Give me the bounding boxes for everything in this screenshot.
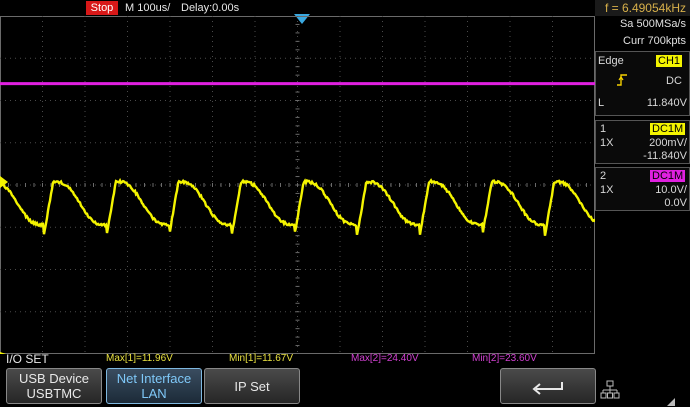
measurement-min-ch2: Min[2]=23.60V (472, 352, 537, 366)
network-icon (600, 380, 620, 400)
memory-depth: Curr 700kpts (595, 34, 690, 48)
trigger-level: 11.840V (647, 96, 687, 110)
run-stop-indicator[interactable]: Stop (86, 1, 118, 15)
channel-2-scale: 10.0V/ (655, 183, 687, 197)
channel-2-coupling: DC1M (650, 170, 685, 182)
menu-title: I/O SET (6, 352, 49, 366)
channel-1-number: 1 (600, 122, 606, 136)
corner-arrow-icon (667, 398, 675, 406)
ip-set-button[interactable]: IP Set (204, 368, 300, 404)
net-interface-button[interactable]: Net Interface LAN (106, 368, 202, 404)
sample-rate: Sa 500MSa/s (595, 17, 690, 31)
delay-readout[interactable]: Delay:0.00s (181, 1, 239, 15)
channel-2-offset: 0.0V (664, 196, 687, 210)
channel-1-coupling: DC1M (650, 123, 685, 135)
channel-1-offset: -11.840V (643, 149, 687, 163)
trigger-level-label: L (598, 96, 604, 110)
net-interface-value: LAN (107, 386, 201, 401)
trigger-mode: Edge (598, 54, 624, 68)
channel-1-box[interactable]: 1 DC1M 1X 200mV/ -11.840V (595, 120, 690, 164)
info-panel: f = 6.49054kHz Sa 500MSa/s Curr 700kpts … (595, 0, 690, 350)
trigger-source: CH1 (656, 55, 682, 67)
channel-2-probe: 1X (600, 183, 613, 197)
usb-device-label: USB Device (7, 371, 101, 386)
measurement-bar: I/O SET Max[1]=11.96V Min[1]=11.67V Max[… (0, 352, 690, 366)
rising-edge-icon (616, 74, 628, 90)
frequency-counter: f = 6.49054kHz (595, 0, 690, 16)
trigger-box[interactable]: Edge CH1 DC L 11.840V (595, 51, 690, 116)
waveform-display (0, 16, 595, 354)
channel-2-number: 2 (600, 169, 606, 183)
measurement-max-ch2: Max[2]=24.40V (351, 352, 419, 366)
softkey-bar: USB Device USBTMC Net Interface LAN IP S… (0, 366, 690, 407)
usb-device-value: USBTMC (7, 386, 101, 401)
channel-1-scale: 200mV/ (649, 136, 687, 150)
channel-2-box[interactable]: 2 DC1M 1X 10.0V/ 0.0V (595, 167, 690, 211)
usb-device-button[interactable]: USB Device USBTMC (6, 368, 102, 404)
return-arrow-icon (528, 376, 568, 396)
channel-1-probe: 1X (600, 136, 613, 150)
net-interface-label: Net Interface (107, 371, 201, 386)
ip-set-label: IP Set (205, 379, 299, 394)
measurement-min-ch1: Min[1]=11.67V (229, 352, 293, 366)
back-button[interactable] (500, 368, 596, 404)
trigger-coupling: DC (666, 74, 682, 88)
timebase-readout[interactable]: M 100us/ (125, 1, 170, 15)
measurement-max-ch1: Max[1]=11.96V (106, 352, 173, 366)
